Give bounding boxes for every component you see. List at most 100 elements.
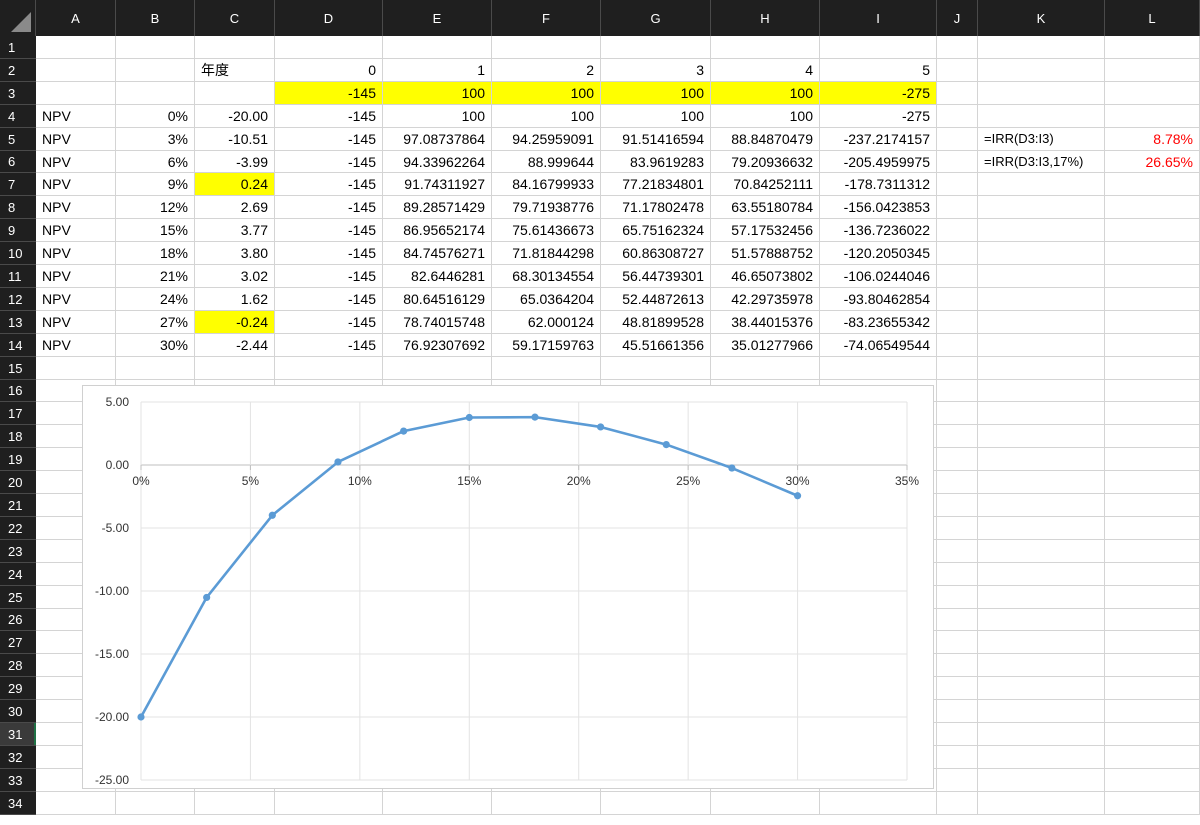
cell-c1[interactable] (195, 36, 275, 59)
cell-l31[interactable] (1105, 723, 1200, 746)
cell-l34[interactable] (1105, 792, 1200, 815)
cell-d14[interactable]: -145 (275, 334, 383, 357)
cell-i7[interactable]: -178.7311312 (820, 173, 937, 196)
column-header-b[interactable]: B (116, 0, 195, 36)
column-header-f[interactable]: F (492, 0, 601, 36)
row-header-20[interactable]: 20 (0, 471, 36, 494)
cell-l13[interactable] (1105, 311, 1200, 334)
cell-l8[interactable] (1105, 196, 1200, 219)
cell-d9[interactable]: -145 (275, 219, 383, 242)
cell-b3[interactable] (116, 82, 195, 105)
cell-d8[interactable]: -145 (275, 196, 383, 219)
cell-l7[interactable] (1105, 173, 1200, 196)
cell-k3[interactable] (978, 82, 1105, 105)
row-header-26[interactable]: 26 (0, 609, 36, 631)
cell-l14[interactable] (1105, 334, 1200, 357)
cell-j33[interactable] (937, 769, 978, 792)
cell-g34[interactable] (601, 792, 711, 815)
cell-k11[interactable] (978, 265, 1105, 288)
cell-g13[interactable]: 48.81899528 (601, 311, 711, 334)
cell-l20[interactable] (1105, 471, 1200, 494)
cell-c12[interactable]: 1.62 (195, 288, 275, 311)
cell-k21[interactable] (978, 494, 1105, 517)
row-header-6[interactable]: 6 (0, 151, 36, 173)
cell-j15[interactable] (937, 357, 978, 380)
cell-h4[interactable]: 100 (711, 105, 820, 128)
cell-k28[interactable] (978, 654, 1105, 677)
cell-a12[interactable]: NPV (36, 288, 116, 311)
cell-h3[interactable]: 100 (711, 82, 820, 105)
cell-b15[interactable] (116, 357, 195, 380)
cell-g1[interactable] (601, 36, 711, 59)
cell-l6[interactable]: 26.65% (1105, 151, 1200, 173)
cell-a34[interactable] (36, 792, 116, 815)
row-header-12[interactable]: 12 (0, 288, 36, 311)
cell-k23[interactable] (978, 540, 1105, 563)
cell-l30[interactable] (1105, 700, 1200, 723)
cell-j14[interactable] (937, 334, 978, 357)
cell-e14[interactable]: 76.92307692 (383, 334, 492, 357)
row-header-21[interactable]: 21 (0, 494, 36, 517)
cell-k26[interactable] (978, 609, 1105, 631)
cell-b10[interactable]: 18% (116, 242, 195, 265)
cell-l16[interactable] (1105, 380, 1200, 402)
cell-b13[interactable]: 27% (116, 311, 195, 334)
cell-c8[interactable]: 2.69 (195, 196, 275, 219)
cell-k13[interactable] (978, 311, 1105, 334)
cell-j27[interactable] (937, 631, 978, 654)
cell-f15[interactable] (492, 357, 601, 380)
cell-c14[interactable]: -2.44 (195, 334, 275, 357)
row-header-8[interactable]: 8 (0, 196, 36, 219)
cell-f4[interactable]: 100 (492, 105, 601, 128)
cell-h8[interactable]: 63.55180784 (711, 196, 820, 219)
cell-l24[interactable] (1105, 563, 1200, 586)
cell-d13[interactable]: -145 (275, 311, 383, 334)
cell-j2[interactable] (937, 59, 978, 82)
row-header-4[interactable]: 4 (0, 105, 36, 128)
cell-a8[interactable]: NPV (36, 196, 116, 219)
row-header-14[interactable]: 14 (0, 334, 36, 357)
row-header-18[interactable]: 18 (0, 425, 36, 448)
cell-c11[interactable]: 3.02 (195, 265, 275, 288)
cell-f8[interactable]: 79.71938776 (492, 196, 601, 219)
cell-b6[interactable]: 6% (116, 151, 195, 173)
cell-a13[interactable]: NPV (36, 311, 116, 334)
cell-l17[interactable] (1105, 402, 1200, 425)
cell-i14[interactable]: -74.06549544 (820, 334, 937, 357)
column-header-e[interactable]: E (383, 0, 492, 36)
cell-e13[interactable]: 78.74015748 (383, 311, 492, 334)
cell-l10[interactable] (1105, 242, 1200, 265)
cell-j24[interactable] (937, 563, 978, 586)
cell-j28[interactable] (937, 654, 978, 677)
cell-a14[interactable]: NPV (36, 334, 116, 357)
column-header-g[interactable]: G (601, 0, 711, 36)
cell-a1[interactable] (36, 36, 116, 59)
row-header-9[interactable]: 9 (0, 219, 36, 242)
cell-g11[interactable]: 56.44739301 (601, 265, 711, 288)
cell-j10[interactable] (937, 242, 978, 265)
cell-d4[interactable]: -145 (275, 105, 383, 128)
cell-h15[interactable] (711, 357, 820, 380)
cell-d6[interactable]: -145 (275, 151, 383, 173)
cell-j30[interactable] (937, 700, 978, 723)
cell-d2[interactable]: 0 (275, 59, 383, 82)
row-header-10[interactable]: 10 (0, 242, 36, 265)
cell-e9[interactable]: 86.95652174 (383, 219, 492, 242)
cell-h14[interactable]: 35.01277966 (711, 334, 820, 357)
cell-k17[interactable] (978, 402, 1105, 425)
cell-i1[interactable] (820, 36, 937, 59)
cell-j19[interactable] (937, 448, 978, 471)
cell-k2[interactable] (978, 59, 1105, 82)
cell-j32[interactable] (937, 746, 978, 769)
cell-k4[interactable] (978, 105, 1105, 128)
cell-h13[interactable]: 38.44015376 (711, 311, 820, 334)
cell-g5[interactable]: 91.51416594 (601, 128, 711, 151)
cell-k9[interactable] (978, 219, 1105, 242)
column-header-h[interactable]: H (711, 0, 820, 36)
cell-k20[interactable] (978, 471, 1105, 494)
row-header-2[interactable]: 2 (0, 59, 36, 82)
cell-d15[interactable] (275, 357, 383, 380)
cell-g15[interactable] (601, 357, 711, 380)
cell-j4[interactable] (937, 105, 978, 128)
cell-b7[interactable]: 9% (116, 173, 195, 196)
